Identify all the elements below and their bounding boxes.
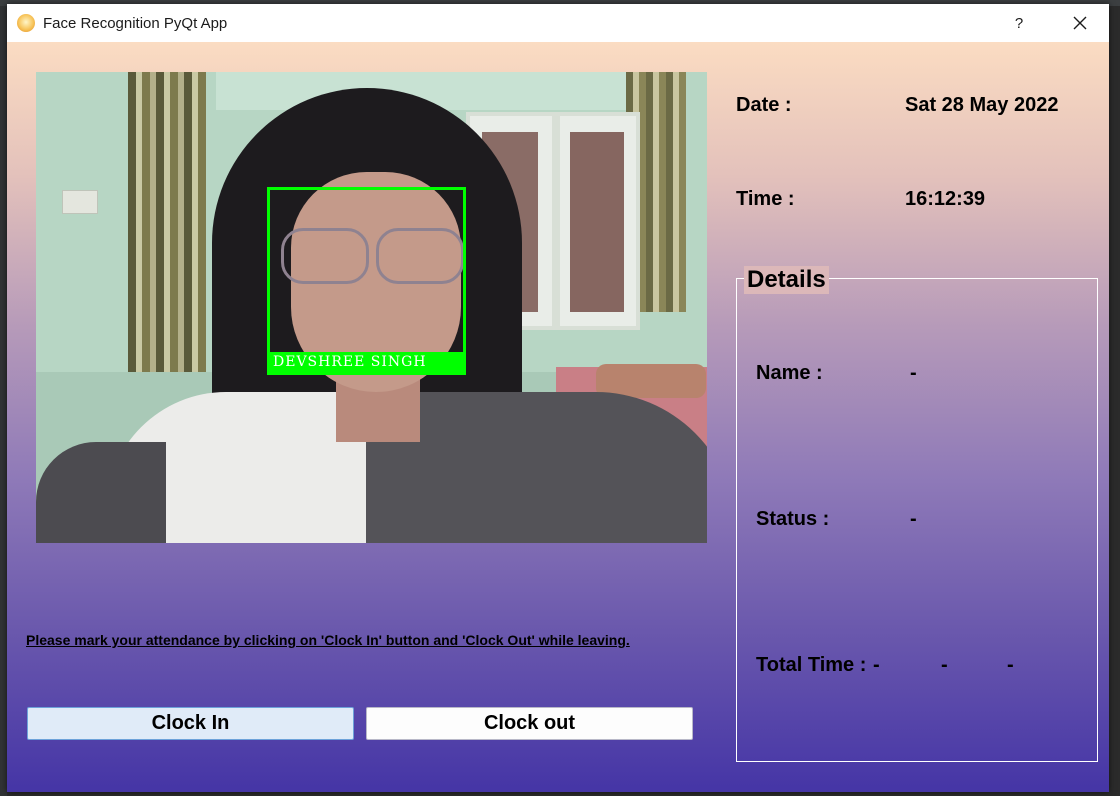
time-label: Time : <box>736 188 795 210</box>
detected-name-label: DEVSHREE SINGH <box>267 352 464 372</box>
camera-background-curtain <box>128 72 206 372</box>
time-value: 16:12:39 <box>905 188 986 210</box>
total-time-label: Total Time : <box>756 654 867 676</box>
total-time-minutes: - <box>941 654 948 676</box>
background-editor-edge <box>0 6 7 796</box>
app-window: Face Recognition PyQt App ? DEVSHREE SIN… <box>7 4 1109 792</box>
clock-in-button[interactable]: Clock In <box>27 707 354 740</box>
window-title: Face Recognition PyQt App <box>43 14 228 32</box>
status-value: - <box>910 508 917 530</box>
camera-background-switch <box>62 190 98 214</box>
face-detection-box <box>267 187 466 375</box>
close-button[interactable] <box>1065 4 1095 42</box>
status-label: Status : <box>756 508 830 530</box>
person-shirt <box>36 442 166 543</box>
clock-out-button[interactable]: Clock out <box>366 707 693 740</box>
lightbulb-icon <box>17 14 35 32</box>
attendance-instruction: Please mark your attendance by clicking … <box>26 632 630 648</box>
camera-feed: DEVSHREE SINGH <box>36 72 707 543</box>
title-bar[interactable]: Face Recognition PyQt App ? <box>7 4 1109 42</box>
help-button[interactable]: ? <box>1005 4 1033 42</box>
main-panel: DEVSHREE SINGH Date : Sat 28 May 2022 Ti… <box>7 42 1109 792</box>
total-time-hours: - <box>873 654 880 676</box>
date-value: Sat 28 May 2022 <box>905 94 1059 116</box>
details-title: Details <box>744 266 829 294</box>
total-time-seconds: - <box>1007 654 1014 676</box>
name-label: Name : <box>756 362 823 384</box>
name-value: - <box>910 362 917 384</box>
camera-background-door <box>556 112 640 330</box>
close-icon <box>1073 16 1087 30</box>
date-label: Date : <box>736 94 792 116</box>
